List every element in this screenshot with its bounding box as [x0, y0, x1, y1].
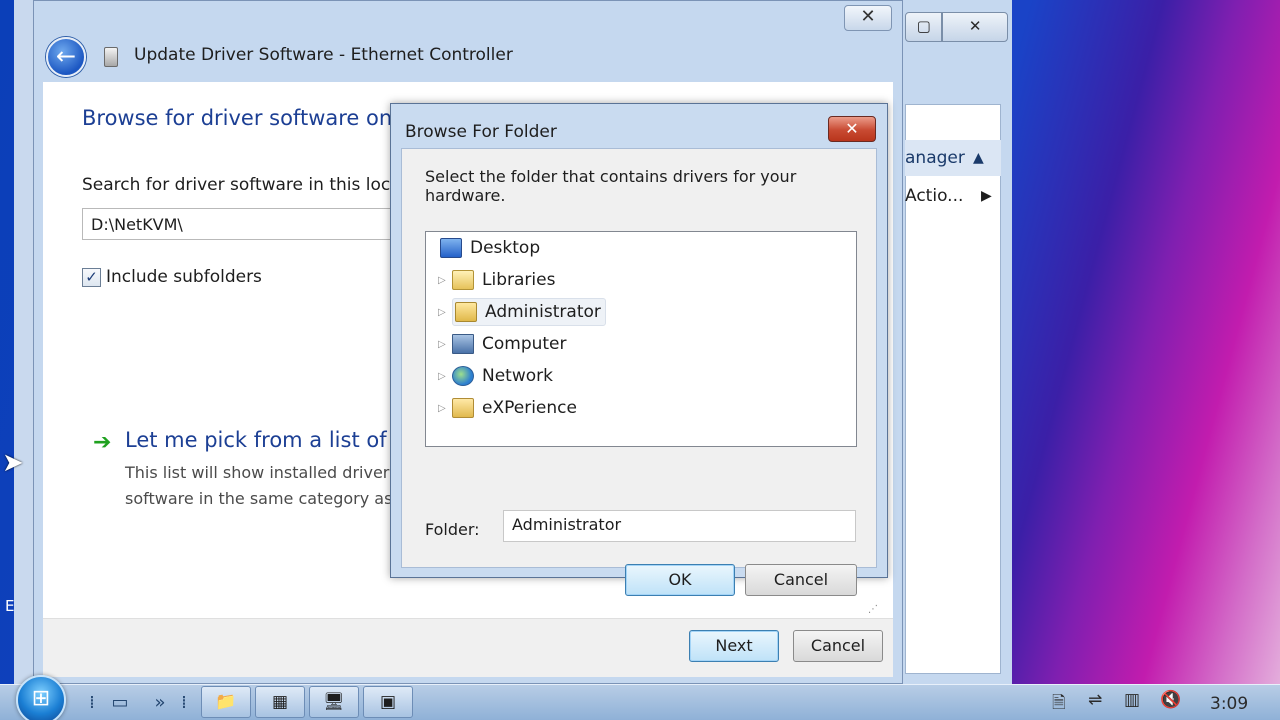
maximize-button[interactable]: ▢: [905, 12, 943, 42]
tree-item-administrator[interactable]: ▷ Administrator: [438, 298, 606, 326]
wizard-close-button[interactable]: ✕: [844, 5, 892, 31]
tree-item-libraries[interactable]: ▷ Libraries: [438, 266, 555, 294]
expand-arrow-icon[interactable]: ▷: [438, 403, 448, 414]
dialog-instruction: Select the folder that contains drivers …: [425, 167, 797, 205]
expand-arrow-icon[interactable]: ▷: [438, 371, 448, 382]
tree-item-label: Computer: [482, 334, 567, 354]
tree-item-selection: Administrator: [452, 298, 606, 326]
search-location-label: Search for driver software in this locat…: [82, 175, 423, 195]
start-button[interactable]: ⊞: [16, 675, 66, 720]
wizard-cancel-button[interactable]: Cancel: [793, 630, 883, 662]
expand-arrow-icon[interactable]: ▷: [438, 307, 448, 318]
green-arrow-icon: ➔: [93, 430, 112, 455]
back-arrow-icon[interactable]: ←: [46, 37, 86, 77]
more-actions-item[interactable]: Actio... ▶: [905, 180, 1001, 212]
network-disconnected-icon[interactable]: ▥: [1124, 690, 1140, 710]
quicklaunch-grip-icon: ⁞: [89, 692, 95, 713]
actions-header[interactable]: anager ▲: [905, 140, 1001, 176]
page-heading: Browse for driver software on: [82, 106, 393, 130]
next-button[interactable]: Next: [689, 630, 779, 662]
folder-input[interactable]: Administrator: [503, 510, 856, 542]
show-desktop-icon[interactable]: ▭: [106, 689, 134, 717]
expand-arrow-icon[interactable]: ▷: [438, 339, 448, 350]
taskbar-grip-icon: ⁞: [181, 692, 187, 713]
tree-item-experience[interactable]: ▷ eXPerience: [438, 394, 577, 422]
more-actions-label: Actio...: [905, 186, 964, 206]
network-icon: [452, 366, 474, 386]
dialog-title: Browse For Folder: [405, 122, 557, 142]
dialog-body: Select the folder that contains drivers …: [401, 148, 878, 615]
tree-item-desktop[interactable]: Desktop: [440, 234, 540, 262]
tree-item-network[interactable]: ▷ Network: [438, 362, 553, 390]
action-center-icon[interactable]: 🗎: [1052, 690, 1066, 719]
browse-for-folder-dialog: Browse For Folder ✕ Select the folder th…: [390, 103, 888, 615]
folder-icon: [452, 398, 474, 418]
mouse-cursor-icon: ➤: [2, 448, 24, 478]
desktop-edge-label: E: [5, 597, 15, 615]
tree-item-label: eXPerience: [482, 398, 577, 418]
pick-from-list-description: This list will show installed driver s s…: [125, 460, 403, 512]
volume-muted-icon[interactable]: 🔇: [1160, 690, 1181, 710]
actions-header-label: anager: [905, 148, 965, 168]
collapse-up-icon[interactable]: ▲: [973, 140, 984, 176]
pick-desc-line-1: This list will show installed driver s: [125, 463, 403, 482]
tree-item-computer[interactable]: ▷ Computer: [438, 330, 567, 358]
libraries-icon: [452, 270, 474, 290]
pick-from-list-link[interactable]: Let me pick from a list of: [125, 428, 387, 452]
tree-item-label: Network: [482, 366, 553, 386]
wizard-title: Update Driver Software - Ethernet Contro…: [134, 45, 513, 65]
control-panel-taskbar-icon[interactable]: ▦: [255, 686, 305, 718]
submenu-arrow-icon: ▶: [981, 188, 992, 204]
folder-tree[interactable]: Desktop ▷ Libraries ▷ Administrator ▷ Co…: [425, 231, 857, 447]
chevron-right-icon[interactable]: »: [150, 689, 170, 717]
include-subfolders-checkbox[interactable]: ✓: [82, 268, 101, 287]
wizard-footer: Next Cancel: [43, 618, 893, 677]
resize-grip-icon[interactable]: ⋰: [868, 604, 878, 615]
desktop-icon: [440, 238, 462, 258]
computer-icon: [452, 334, 474, 354]
folder-label: Folder:: [425, 520, 480, 539]
expand-arrow-icon[interactable]: ▷: [438, 275, 448, 286]
close-button[interactable]: ✕: [942, 12, 1008, 42]
tree-item-label: Desktop: [470, 238, 541, 258]
device-manager-taskbar-icon[interactable]: 🖥: [309, 686, 359, 718]
explorer-taskbar-icon[interactable]: 📁: [201, 686, 251, 718]
window-controls: ▢ ✕: [905, 12, 1008, 42]
dialog-close-button[interactable]: ✕: [828, 116, 876, 142]
user-folder-icon: [455, 302, 477, 322]
ok-button[interactable]: OK: [625, 564, 735, 596]
taskbar-clock[interactable]: 3:09: [1210, 694, 1248, 714]
network-tray-icon[interactable]: ⇌: [1088, 690, 1102, 710]
pick-desc-line-2: software in the same category as: [125, 489, 393, 508]
dialog-cancel-button[interactable]: Cancel: [745, 564, 857, 596]
wizard-taskbar-icon[interactable]: ▣: [363, 686, 413, 718]
tree-item-label: Libraries: [482, 270, 556, 290]
device-icon: [104, 47, 118, 67]
tree-item-label: Administrator: [485, 302, 601, 322]
include-subfolders-label[interactable]: Include subfolders: [106, 267, 262, 287]
